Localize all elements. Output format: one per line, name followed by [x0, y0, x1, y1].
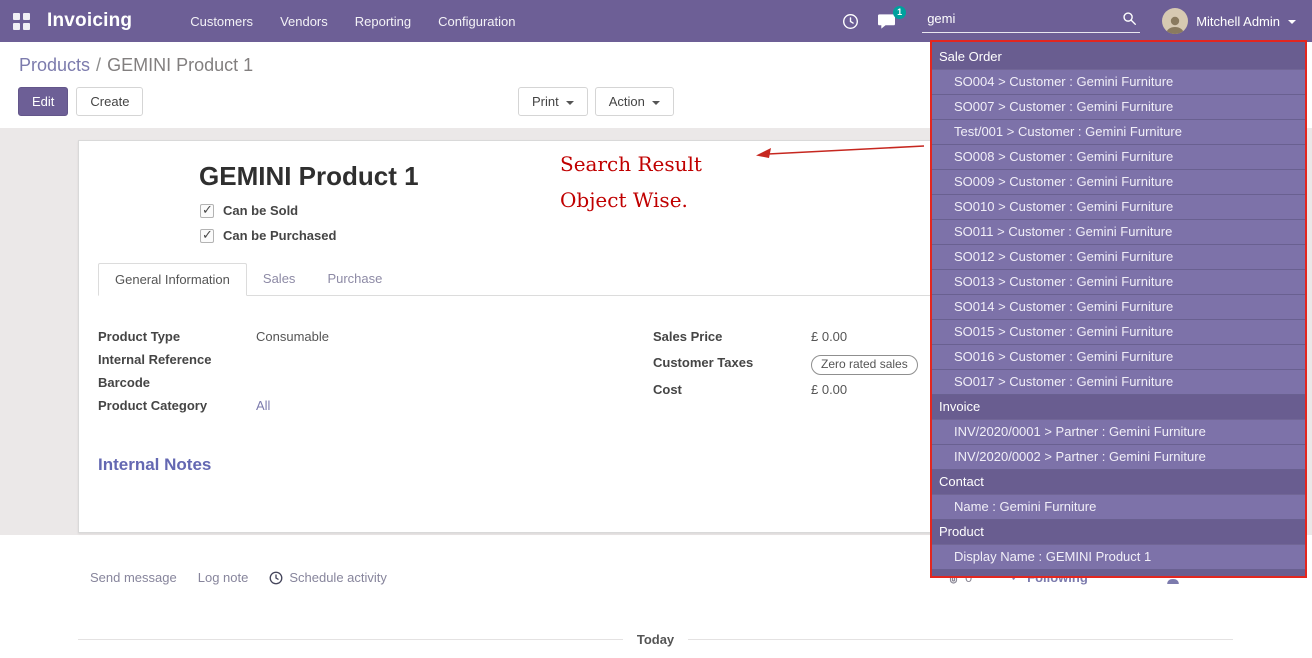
message-count-badge: 1 — [893, 6, 906, 19]
search-result-item[interactable]: SO017 > Customer : Gemini Furniture — [932, 370, 1305, 395]
search-result-item[interactable]: SO009 > Customer : Gemini Furniture — [932, 170, 1305, 195]
can-be-sold-checkbox-row: Can be Sold — [200, 203, 298, 218]
search-result-item[interactable]: SO008 > Customer : Gemini Furniture — [932, 145, 1305, 170]
search-result-item[interactable]: SO007 > Customer : Gemini Furniture — [932, 95, 1305, 120]
breadcrumb-current: GEMINI Product 1 — [107, 55, 253, 75]
edit-button[interactable]: Edit — [18, 87, 68, 116]
product-title: GEMINI Product 1 — [199, 161, 419, 192]
top-navbar: Invoicing Customers Vendors Reporting Co… — [0, 0, 1312, 42]
search-result-item[interactable]: SO014 > Customer : Gemini Furniture — [932, 295, 1305, 320]
menu-vendors[interactable]: Vendors — [280, 14, 328, 29]
search-result-item[interactable]: SO015 > Customer : Gemini Furniture — [932, 320, 1305, 345]
record-buttons: Edit Create — [18, 87, 143, 116]
invoicing-app-page: Invoicing Customers Vendors Reporting Co… — [0, 0, 1312, 658]
menu-customers[interactable]: Customers — [190, 14, 253, 29]
search-result-item[interactable]: SO013 > Customer : Gemini Furniture — [932, 270, 1305, 295]
avatar — [1162, 8, 1188, 34]
breadcrumb-separator: / — [96, 55, 101, 75]
search-magnifier-icon[interactable] — [1122, 11, 1137, 29]
can-be-purchased-checkbox-row: Can be Purchased — [200, 228, 336, 243]
chevron-down-icon — [652, 101, 660, 105]
messages-chat-icon[interactable]: 1 — [877, 13, 896, 30]
tax-tag[interactable]: Zero rated sales — [811, 355, 918, 375]
search-result-item[interactable]: SO011 > Customer : Gemini Furniture — [932, 220, 1305, 245]
field-barcode: Barcode — [98, 375, 528, 394]
breadcrumb-products[interactable]: Products — [19, 55, 90, 75]
search-result-item[interactable]: INV/2020/0002 > Partner : Gemini Furnitu… — [932, 445, 1305, 470]
chevron-down-icon — [1288, 20, 1296, 24]
action-buttons: Print Action — [518, 87, 674, 116]
menu-reporting[interactable]: Reporting — [355, 14, 411, 29]
search-input[interactable] — [927, 11, 1107, 26]
menu-configuration[interactable]: Configuration — [438, 14, 515, 29]
main-menu: Customers Vendors Reporting Configuratio… — [190, 14, 515, 29]
search-group-header: Contact — [932, 470, 1305, 495]
create-button[interactable]: Create — [76, 87, 143, 116]
log-note-button[interactable]: Log note — [198, 570, 249, 585]
chatter-actions: Send message Log note Schedule activity — [90, 570, 387, 585]
annotation-text: Search Result Object Wise. — [560, 146, 702, 218]
print-dropdown-button[interactable]: Print — [518, 87, 588, 116]
action-dropdown-button[interactable]: Action — [595, 87, 674, 116]
schedule-activity-button[interactable]: Schedule activity — [269, 570, 387, 585]
send-message-button[interactable]: Send message — [90, 570, 177, 585]
search-result-item[interactable]: Display Name : GEMINI Product 1 — [932, 545, 1305, 570]
search-result-item[interactable]: Name : Gemini Furniture — [932, 495, 1305, 520]
field-internal-reference: Internal Reference — [98, 352, 528, 371]
field-product-category: Product Category All — [98, 398, 528, 417]
tab-sales[interactable]: Sales — [247, 263, 312, 295]
search-result-item[interactable]: SO010 > Customer : Gemini Furniture — [932, 195, 1305, 220]
search-result-item[interactable]: INV/2020/0001 > Partner : Gemini Furnitu… — [932, 420, 1305, 445]
tab-purchase[interactable]: Purchase — [311, 263, 398, 295]
schedule-clock-icon — [269, 571, 283, 585]
field-product-type: Product Type Consumable — [98, 329, 528, 348]
search-group-header: Invoice — [932, 395, 1305, 420]
product-category-link[interactable]: All — [256, 398, 270, 413]
search-result-item[interactable]: SO004 > Customer : Gemini Furniture — [932, 70, 1305, 95]
apps-grid-icon[interactable] — [13, 13, 30, 30]
app-name[interactable]: Invoicing — [47, 10, 132, 32]
field-group-left: Product Type Consumable Internal Referen… — [98, 329, 528, 421]
search-results-dropdown: Sale OrderSO004 > Customer : Gemini Furn… — [930, 40, 1307, 578]
tab-general-information[interactable]: General Information — [98, 263, 247, 296]
global-search[interactable] — [922, 9, 1140, 33]
can-be-purchased-label: Can be Purchased — [223, 228, 336, 243]
can-be-sold-checkbox[interactable] — [200, 204, 214, 218]
can-be-sold-label: Can be Sold — [223, 203, 298, 218]
can-be-purchased-checkbox[interactable] — [200, 229, 214, 243]
search-result-item[interactable]: SO012 > Customer : Gemini Furniture — [932, 245, 1305, 270]
search-group-header: Product — [932, 520, 1305, 545]
search-result-item[interactable]: SO016 > Customer : Gemini Furniture — [932, 345, 1305, 370]
systray: 1 — [842, 13, 896, 30]
date-divider: Today — [78, 632, 1233, 647]
annotation-arrow — [752, 138, 930, 164]
search-group-header: Sale Order — [932, 45, 1305, 70]
breadcrumb: Products / GEMINI Product 1 — [19, 55, 253, 76]
activities-clock-icon[interactable] — [842, 13, 859, 30]
user-menu[interactable]: Mitchell Admin — [1162, 8, 1296, 34]
chevron-down-icon — [566, 101, 574, 105]
search-result-item[interactable]: Test/001 > Customer : Gemini Furniture — [932, 120, 1305, 145]
internal-notes-heading: Internal Notes — [98, 455, 211, 475]
user-name: Mitchell Admin — [1196, 14, 1280, 29]
